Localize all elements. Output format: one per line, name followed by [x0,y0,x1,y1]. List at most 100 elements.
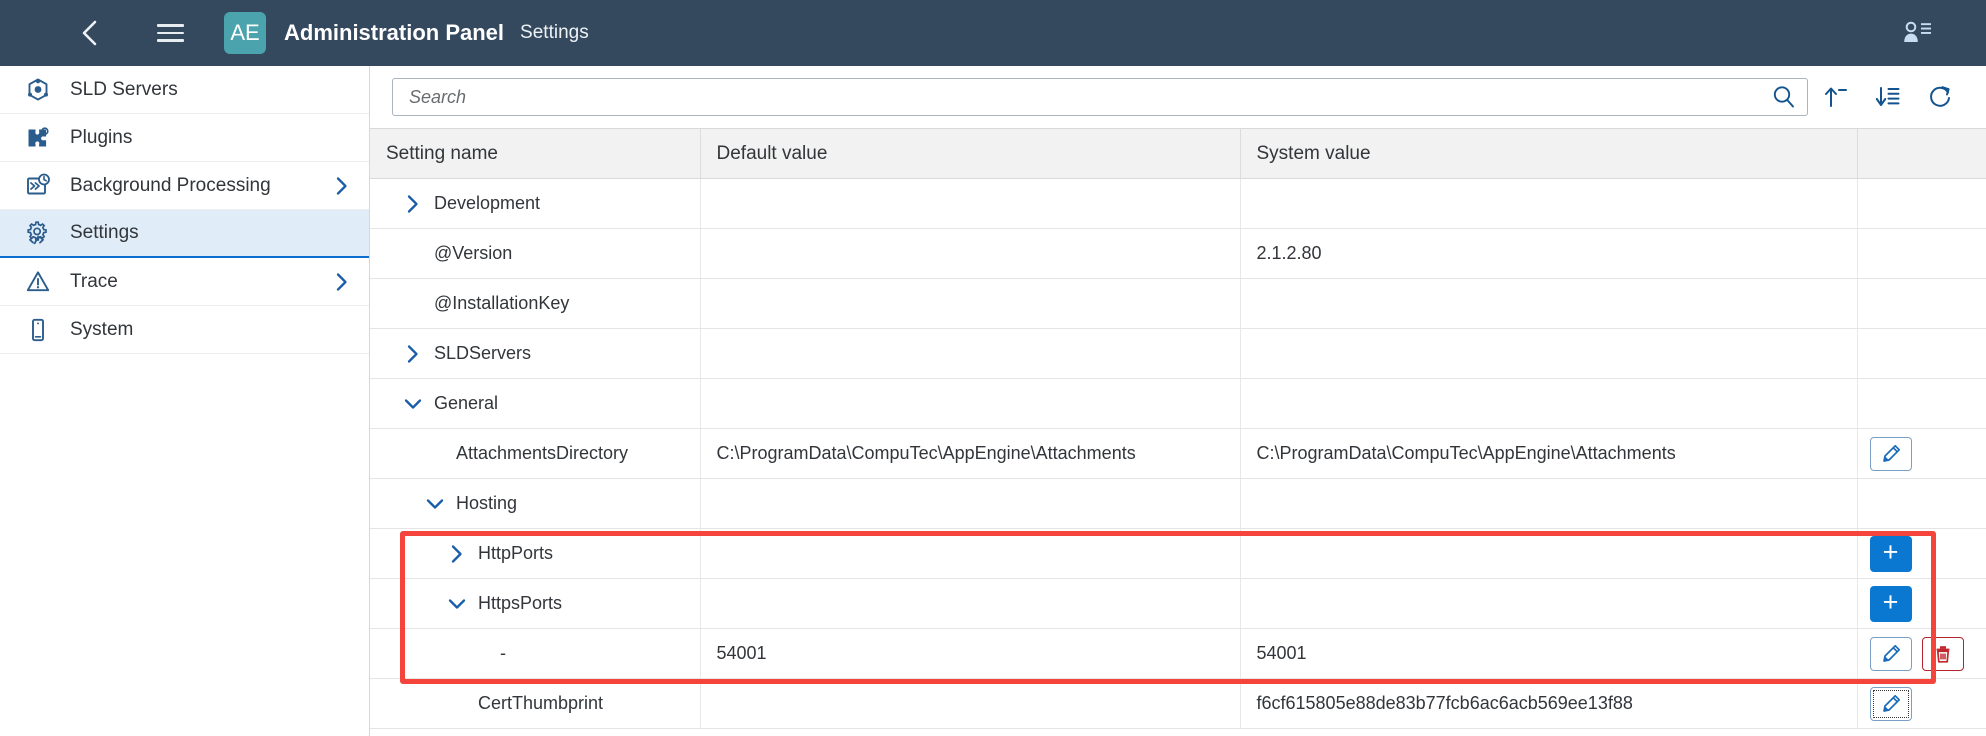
sidebar-item-system[interactable]: System [0,306,369,354]
table-row[interactable]: CertThumbprintf6cf615805e88de83b77fcb6ac… [370,679,1986,729]
queue-clock-icon [22,173,54,199]
puzzle-piece-icon [22,125,54,151]
table-row[interactable]: SLDServers [370,329,1986,379]
add-entry-button[interactable]: + [1870,586,1912,622]
row-collapse-toggle[interactable] [400,395,426,413]
user-list-icon [1902,19,1932,47]
sidebar-item-settings[interactable]: Settings [0,210,369,258]
edit-button[interactable] [1870,437,1912,471]
search-input[interactable] [407,86,1765,109]
setting-name-label: General [434,393,498,414]
settings-table: Setting name Default value System value … [370,128,1986,729]
content-toolbar [370,66,1986,128]
page-subtitle: Settings [520,22,589,44]
sidebar-expand-chevron[interactable] [333,271,351,293]
row-action-group: + [1870,536,1977,572]
cell-setting-name: AttachmentsDirectory [370,429,700,479]
cell-actions [1857,179,1986,229]
search-box[interactable] [392,78,1808,116]
setting-name-label: Hosting [456,493,517,514]
page-title: Administration Panel [284,20,504,46]
trash-icon [1932,643,1954,665]
refresh-button[interactable] [1916,75,1964,119]
setting-name-label: - [500,643,506,664]
table-header-row: Setting name Default value System value [370,129,1986,179]
cell-system-value [1240,329,1857,379]
cell-setting-name: - [370,629,700,679]
column-header-setting-name[interactable]: Setting name [370,129,700,179]
row-action-group [1870,637,1977,671]
edit-button[interactable] [1870,687,1912,721]
column-header-default-value[interactable]: Default value [700,129,1240,179]
pencil-icon [1880,643,1902,665]
cell-default-value [700,279,1240,329]
column-header-system-value[interactable]: System value [1240,129,1857,179]
cell-actions [1857,679,1986,729]
table-row[interactable]: Hosting [370,479,1986,529]
table-row[interactable]: @Version2.1.2.80 [370,229,1986,279]
back-button[interactable] [70,13,110,53]
cell-actions: + [1857,579,1986,629]
warning-triangle-icon [22,269,54,295]
sidebar-item-plugins[interactable]: Plugins [0,114,369,162]
cell-default-value [700,179,1240,229]
row-expand-toggle[interactable] [444,543,470,565]
sidebar-item-background-processing[interactable]: Background Processing [0,162,369,210]
edit-button[interactable] [1870,637,1912,671]
setting-name-label: @Version [434,243,512,264]
row-expand-toggle[interactable] [400,193,426,215]
table-row[interactable]: -5400154001 [370,629,1986,679]
table-row[interactable]: AttachmentsDirectoryC:\ProgramData\Compu… [370,429,1986,479]
cell-actions [1857,379,1986,429]
chevron-right-icon [404,343,422,365]
hamburger-menu-icon [157,32,184,35]
cell-system-value [1240,579,1857,629]
table-row[interactable]: HttpsPorts + [370,579,1986,629]
row-expand-toggle[interactable] [400,343,426,365]
sidebar-expand-chevron[interactable] [333,175,351,197]
search-button[interactable] [1765,84,1797,110]
delete-button[interactable] [1922,637,1964,671]
menu-button[interactable] [148,13,192,53]
table-header: Setting name Default value System value [370,129,1986,179]
sidebar-item-trace[interactable]: Trace [0,258,369,306]
sidebar-item-sld-servers[interactable]: SLD Servers [0,66,369,114]
gear-code-icon [22,220,54,246]
cell-system-value [1240,379,1857,429]
cell-actions: + [1857,529,1986,579]
row-collapse-toggle[interactable] [422,495,448,513]
cell-default-value [700,329,1240,379]
chevron-right-icon [333,175,351,197]
sidebar-item-label: Trace [70,271,118,293]
cell-setting-name: General [370,379,700,429]
app-logo: AE [224,12,266,54]
cell-default-value: 54001 [700,629,1240,679]
table-row[interactable]: @InstallationKey [370,279,1986,329]
cell-setting-name: @Version [370,229,700,279]
device-icon [22,317,54,343]
sort-button[interactable] [1864,75,1912,119]
settings-table-container: Setting name Default value System value … [370,128,1986,736]
cell-system-value [1240,179,1857,229]
table-row[interactable]: General [370,379,1986,429]
table-row[interactable]: Development [370,179,1986,229]
cell-setting-name: @InstallationKey [370,279,700,329]
arrow-up-collapse-icon [1823,84,1849,110]
table-row[interactable]: HttpPorts+ [370,529,1986,579]
user-menu-button[interactable] [1902,19,1932,47]
chevron-down-icon [446,595,468,613]
column-header-actions [1857,129,1986,179]
add-entry-button[interactable]: + [1870,536,1912,572]
plus-icon: + [1883,589,1899,616]
cell-setting-name: HttpsPorts [370,579,700,629]
cell-actions [1857,279,1986,329]
row-collapse-toggle[interactable] [444,595,470,613]
app-body: SLD ServersPluginsBackground ProcessingS… [0,66,1986,736]
cell-setting-name: CertThumbprint [370,679,700,729]
cell-default-value [700,479,1240,529]
cell-default-value [700,529,1240,579]
search-icon [1771,84,1797,110]
chevron-right-icon [333,271,351,293]
collapse-all-button[interactable] [1812,75,1860,119]
topbar-right-actions [1902,19,1962,47]
